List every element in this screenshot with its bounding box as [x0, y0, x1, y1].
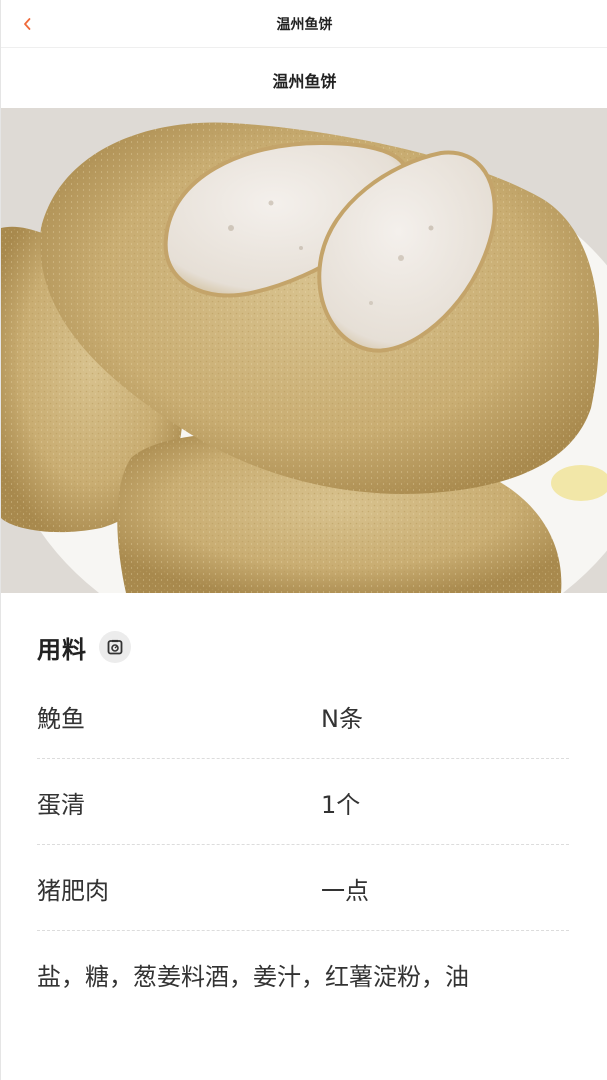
ingredient-amount: N条 — [321, 705, 363, 733]
kitchen-scale-icon[interactable] — [99, 631, 131, 663]
ingredient-name: 猪肥肉 — [37, 877, 109, 905]
ingredient-name: 蛋清 — [37, 791, 85, 819]
ingredient-row: 猪肥肉 一点 — [37, 845, 569, 931]
ingredient-amount: 1个 — [321, 791, 361, 819]
ingredients-heading: 用料 — [37, 635, 87, 664]
ingredient-name: 鮸鱼 — [37, 705, 85, 733]
ingredients-section: 用料 鮸鱼 N条 蛋清 1个 猪肥肉 一点 盐，糖，葱姜料酒，姜汁，红薯淀粉，油 — [1, 593, 607, 1080]
fish-cake-photo — [1, 108, 607, 593]
ingredient-row: 鮸鱼 N条 — [37, 673, 569, 759]
ingredients-header: 用料 — [37, 627, 131, 667]
recipe-title-row: 温州鱼饼 — [1, 48, 607, 108]
recipe-title: 温州鱼饼 — [272, 72, 337, 91]
nav-title: 温州鱼饼 — [276, 17, 333, 33]
other-ingredients: 盐，糖，葱姜料酒，姜汁，红薯淀粉，油 — [37, 963, 469, 991]
ingredient-row: 蛋清 1个 — [37, 759, 569, 845]
nav-bar: 温州鱼饼 — [1, 0, 607, 48]
ingredient-amount: 一点 — [321, 877, 369, 905]
app-frame: 温州鱼饼 温州鱼饼 用料 鮸鱼 N条 蛋清 1个 猪肥肉 一点 盐，糖，葱姜料酒… — [0, 0, 607, 1080]
